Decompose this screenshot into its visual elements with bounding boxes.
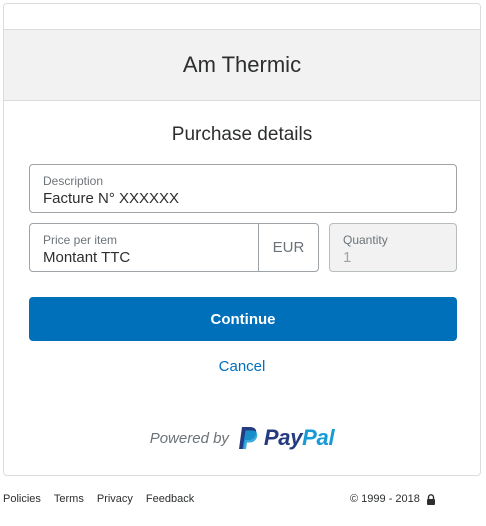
price-field[interactable]: Price per item Montant TTC EUR [29,223,319,272]
price-label: Price per item [43,233,118,247]
copyright-text: © 1999 - 2018 [350,493,420,505]
paypal-wordmark: PayPal [263,425,335,451]
price-value[interactable]: Montant TTC [43,249,130,266]
continue-button[interactable]: Continue [29,297,457,341]
page-footer: Policies Terms Privacy Feedback © 1999 -… [0,490,486,508]
cancel-link[interactable]: Cancel [4,358,480,375]
quantity-field: Quantity 1 [329,223,457,272]
footer-link-feedback[interactable]: Feedback [146,493,194,505]
merchant-name: Am Thermic [182,52,302,77]
description-field[interactable]: Description Facture N° XXXXXX [29,164,457,213]
quantity-value: 1 [343,249,352,266]
powered-by-text: Powered by [149,429,229,447]
footer-links: Policies Terms Privacy Feedback [3,493,207,505]
currency-label: EUR [272,239,305,256]
paypal-p-icon [238,427,258,449]
description-label: Description [43,174,104,188]
section-title: Purchase details [171,124,313,145]
paypal-wordmark-pay: Pay [263,425,303,450]
top-strip [4,4,480,30]
paypal-logo: PayPal [237,425,335,451]
description-value[interactable]: Facture N° XXXXXX [43,190,179,207]
footer-link-terms[interactable]: Terms [54,493,84,505]
footer-link-privacy[interactable]: Privacy [97,493,133,505]
lock-icon [426,493,436,505]
checkout-card: Am Thermic Purchase details Description … [3,3,481,476]
merchant-header: Am Thermic [4,30,480,101]
paypal-wordmark-pal: Pal [302,425,335,450]
copyright: © 1999 - 2018 [350,493,436,505]
powered-by: Powered by PayPal [4,425,480,451]
quantity-label: Quantity [343,233,388,247]
footer-link-policies[interactable]: Policies [3,493,41,505]
